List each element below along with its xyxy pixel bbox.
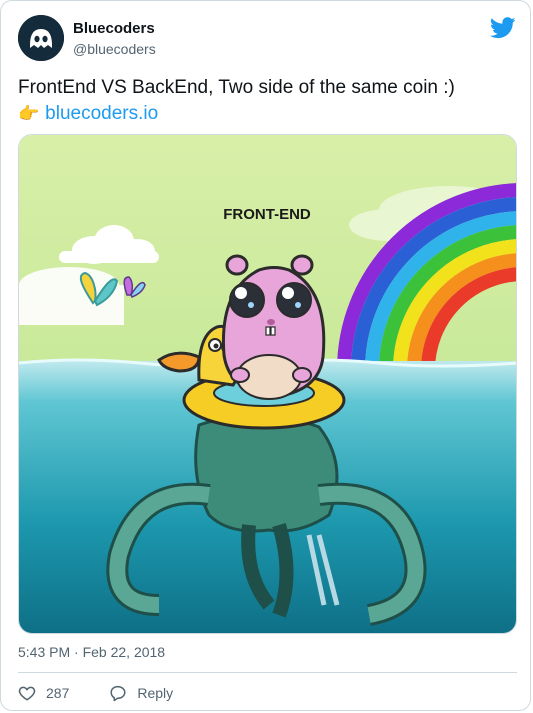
- divider: [18, 672, 517, 673]
- author-name[interactable]: Bluecoders: [73, 20, 155, 37]
- bluecoders-logo-icon: [18, 15, 64, 61]
- author-handle[interactable]: @bluecoders: [73, 41, 156, 57]
- reply-label: Reply: [137, 685, 174, 701]
- tweet-timestamp[interactable]: 5:43 PM · Feb 22, 2018: [18, 644, 165, 660]
- tweet-link[interactable]: bluecoders.io: [45, 103, 158, 124]
- twitter-bird-icon[interactable]: [490, 17, 516, 39]
- tweet-card: Bluecoders @bluecoders FrontEnd VS BackE…: [0, 0, 531, 711]
- reply-button[interactable]: Reply: [109, 684, 173, 702]
- media-caption: FRONT-END: [223, 206, 311, 223]
- tweet-text: FrontEnd VS BackEnd, Two side of the sam…: [18, 75, 518, 127]
- pointer-emoji: 👉: [18, 104, 40, 123]
- like-count: 287: [46, 685, 70, 701]
- reply-bubble-icon: [110, 685, 126, 702]
- tweet-actions: 287 Reply: [18, 682, 173, 704]
- tweet-media-image[interactable]: FRONT-END: [18, 134, 517, 634]
- illustration: FRONT-END: [19, 135, 516, 633]
- avatar[interactable]: [18, 15, 64, 61]
- tweet-body: FrontEnd VS BackEnd, Two side of the sam…: [18, 77, 455, 98]
- like-button[interactable]: 287: [18, 684, 69, 702]
- heart-icon: [18, 686, 36, 701]
